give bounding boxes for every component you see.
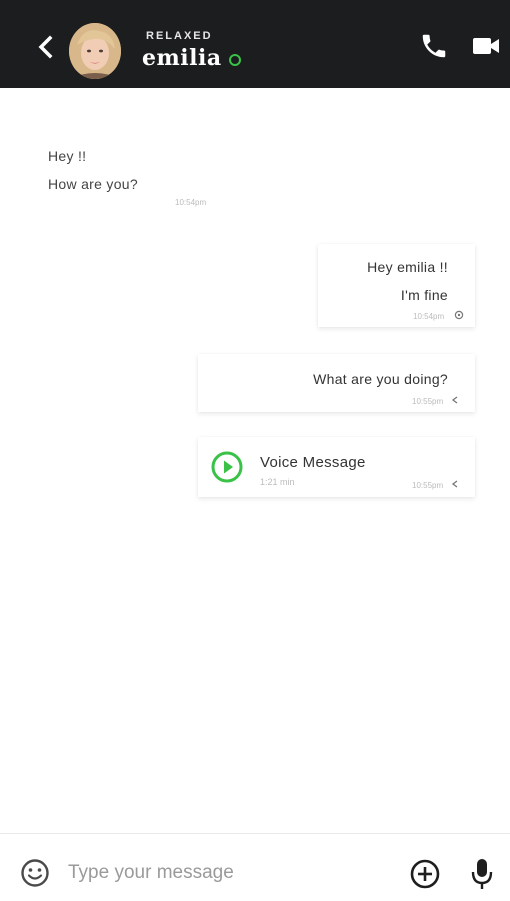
emoji-icon	[21, 859, 49, 887]
chat-header: RELAXED emilia	[0, 0, 510, 88]
back-button[interactable]	[32, 30, 60, 64]
microphone-icon	[471, 859, 493, 889]
incoming-message-line: How are you?	[48, 176, 138, 192]
message-line: What are you doing?	[313, 371, 448, 387]
emoji-button[interactable]	[20, 858, 50, 888]
contact-status: RELAXED	[146, 30, 213, 42]
seen-icon	[454, 310, 464, 320]
message-composer	[0, 833, 510, 901]
voice-record-button[interactable]	[470, 856, 494, 892]
add-circle-icon	[410, 859, 440, 889]
outgoing-message-bubble[interactable]: What are you doing? 10:55pm	[198, 354, 475, 412]
outgoing-message-bubble[interactable]: Hey emilia !! I'm fine 10:54pm	[318, 244, 475, 327]
voice-message-title: Voice Message	[260, 454, 366, 471]
sent-icon	[451, 396, 458, 404]
message-line: I'm fine	[400, 287, 448, 303]
incoming-message-line: Hey !!	[48, 148, 87, 164]
voice-message-duration: 1:21 min	[260, 477, 295, 487]
voice-message-bubble[interactable]: Voice Message 1:21 min 10:55pm	[198, 437, 475, 497]
message-timestamp: 10:54pm	[413, 312, 445, 321]
contact-name: emilia	[142, 45, 222, 71]
voice-call-button[interactable]	[419, 31, 449, 61]
add-attachment-button[interactable]	[409, 858, 441, 890]
sent-icon	[451, 480, 458, 488]
contact-avatar[interactable]	[69, 23, 121, 79]
play-icon	[211, 451, 243, 483]
online-indicator	[228, 54, 241, 66]
contact-name-row: emilia	[142, 44, 241, 72]
message-timestamp: 10:54pm	[175, 198, 207, 207]
message-input[interactable]	[68, 859, 388, 887]
message-line: Hey emilia !!	[367, 259, 448, 275]
phone-icon	[422, 34, 446, 58]
chevron-left-icon	[38, 35, 53, 59]
video-camera-icon	[473, 38, 499, 54]
message-timestamp: 10:55pm	[412, 481, 444, 490]
play-button[interactable]	[211, 451, 243, 483]
message-timestamp: 10:55pm	[412, 397, 444, 406]
video-call-button[interactable]	[471, 34, 501, 58]
